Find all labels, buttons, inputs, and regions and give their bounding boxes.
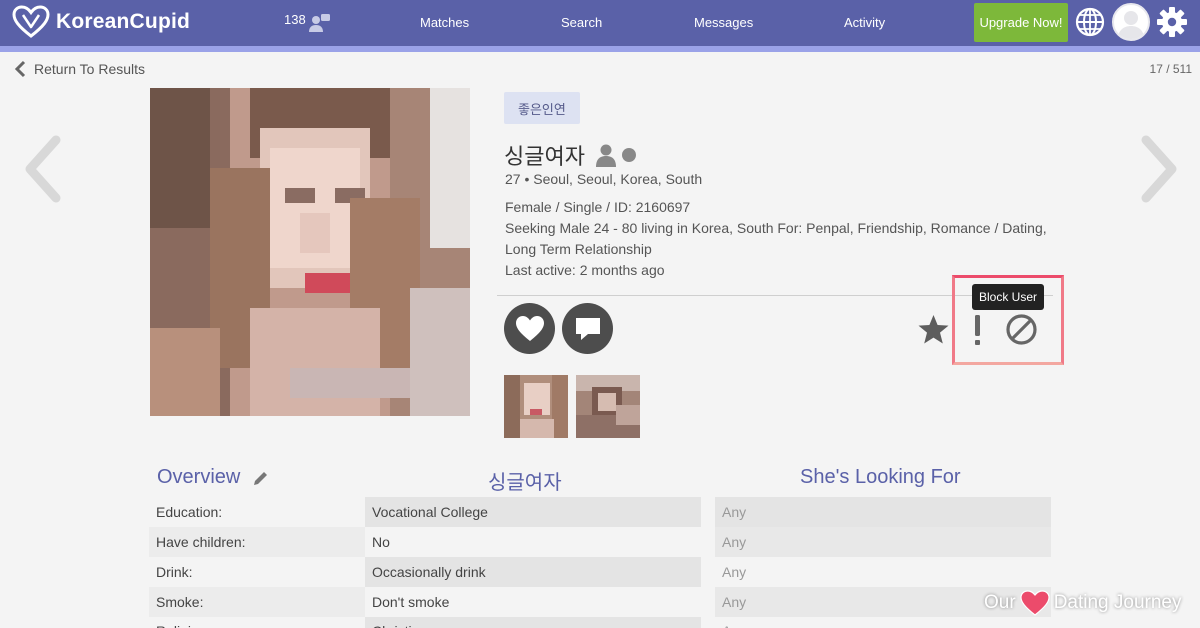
- row-value: No: [365, 527, 701, 557]
- avatar-silhouette-icon: [1118, 11, 1144, 39]
- return-to-results-link[interactable]: Return To Results: [14, 60, 145, 78]
- top-nav-bar: KoreanCupid 138 Matches Search Messages …: [0, 0, 1200, 46]
- heart-icon: [515, 316, 544, 341]
- chevron-left-icon: [14, 60, 26, 78]
- brand-logo[interactable]: KoreanCupid: [12, 5, 190, 39]
- previous-profile-arrow-icon[interactable]: [20, 134, 64, 204]
- photo-thumbnail-1[interactable]: [504, 375, 568, 438]
- row-label: Drink:: [149, 557, 365, 587]
- column-title-member: 싱글여자: [488, 472, 562, 494]
- result-pager: 17 / 511: [1149, 62, 1192, 76]
- send-message-button[interactable]: [562, 303, 613, 354]
- interests-counter[interactable]: 138: [284, 12, 332, 34]
- heart-icon: [1020, 590, 1050, 616]
- row-looking-for: Any: [715, 497, 1051, 527]
- nav-matches[interactable]: Matches: [420, 15, 469, 30]
- row-label: Smoke:: [149, 587, 365, 617]
- return-label: Return To Results: [34, 61, 146, 77]
- favorite-star-icon[interactable]: [917, 314, 950, 345]
- profile-tagline: 좋은인연: [504, 92, 580, 124]
- row-looking-for: Any: [715, 617, 1051, 628]
- row-value: Don't smoke: [365, 587, 701, 617]
- overview-title: Overview: [157, 466, 241, 488]
- interests-count: 138: [284, 12, 306, 27]
- profile-name: 싱글여자: [504, 144, 585, 169]
- profile-location: 27 • Seoul, Seoul, Korea, South: [505, 171, 703, 187]
- edit-pencil-icon[interactable]: [252, 469, 270, 487]
- row-value: Christian: [365, 617, 701, 628]
- block-user-tooltip: Block User: [972, 284, 1045, 310]
- nav-accent-stripe: [0, 46, 1200, 52]
- table-row: Religion: Christian Any: [149, 617, 1051, 628]
- row-value: Occasionally drink: [365, 557, 701, 587]
- user-verified-icon: [595, 144, 616, 167]
- heart-logo-icon: [12, 5, 50, 38]
- settings-gear-icon[interactable]: [1156, 6, 1188, 38]
- globe-icon[interactable]: [1074, 6, 1106, 38]
- nav-messages[interactable]: Messages: [694, 15, 753, 30]
- column-title-looking-for: She's Looking For: [800, 466, 961, 488]
- overview-header: Overview: [157, 466, 270, 489]
- table-row: Smoke: Don't smoke Any: [149, 587, 1051, 617]
- nav-activity[interactable]: Activity: [844, 15, 885, 30]
- photo-thumbnail-2[interactable]: [576, 375, 640, 438]
- people-chat-icon: [308, 14, 330, 32]
- online-status-dot-icon: [621, 148, 636, 162]
- profile-main-photo[interactable]: [150, 88, 470, 416]
- table-row: Education: Vocational College Any: [149, 497, 1051, 527]
- row-looking-for: Any: [715, 527, 1051, 557]
- watermark-text-1: Our: [984, 592, 1016, 613]
- row-looking-for: Any: [715, 557, 1051, 587]
- profile-seeking-line-1: Seeking Male 24 - 80 living in Korea, So…: [505, 220, 1047, 236]
- user-avatar[interactable]: [1112, 3, 1150, 41]
- row-value: Vocational College: [365, 497, 701, 527]
- watermark-text-2: Dating Journey: [1053, 592, 1182, 613]
- profile-seeking-line-2: Long Term Relationship: [505, 241, 652, 257]
- table-row: Drink: Occasionally drink Any: [149, 557, 1051, 587]
- profile-name-row: 싱글여자: [504, 139, 637, 171]
- thumbnail-image: [504, 375, 568, 438]
- row-label: Have children:: [149, 527, 365, 557]
- thumbnail-image: [576, 375, 640, 438]
- table-row: Have children: No Any: [149, 527, 1051, 557]
- profile-details: Female / Single / ID: 2160697: [505, 199, 691, 215]
- brand-name: KoreanCupid: [56, 10, 191, 33]
- row-label: Education:: [149, 497, 365, 527]
- chat-bubble-icon: [575, 317, 600, 340]
- watermark: Our Dating Journey: [984, 590, 1181, 616]
- nav-search[interactable]: Search: [561, 15, 602, 30]
- next-profile-arrow-icon[interactable]: [1138, 134, 1182, 204]
- send-like-button[interactable]: [504, 303, 555, 354]
- upgrade-button[interactable]: Upgrade Now!: [974, 3, 1068, 42]
- row-label: Religion:: [149, 617, 365, 628]
- pixelated-photo-image: [150, 88, 470, 416]
- profile-last-active: Last active: 2 months ago: [505, 262, 665, 278]
